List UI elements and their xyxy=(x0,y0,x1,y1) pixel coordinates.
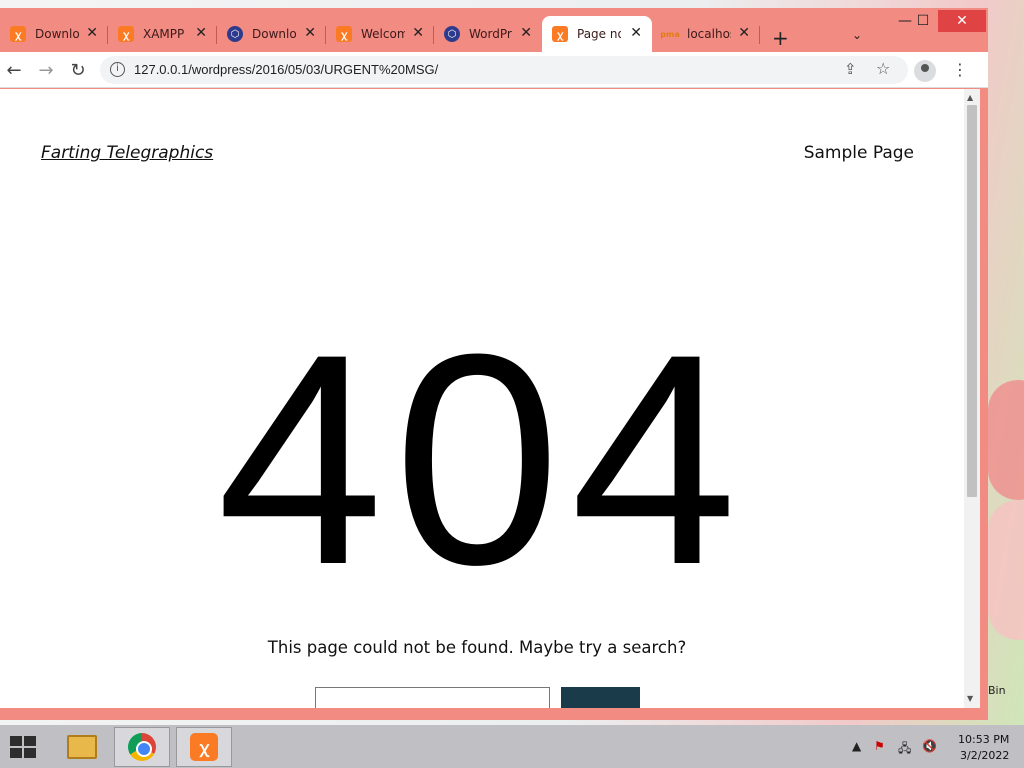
tab-localhost[interactable]: pma localhos ✕ xyxy=(652,16,760,52)
taskbar: ꭓ ▲ ⚑ 🖧 🔇 10:53 PM 3/2/2022 xyxy=(0,725,1024,768)
close-icon[interactable]: ✕ xyxy=(86,25,98,41)
clock-date[interactable]: 3/2/2022 xyxy=(960,749,1009,762)
nav-sample-page-link[interactable]: Sample Page xyxy=(804,143,914,163)
taskbar-chrome[interactable] xyxy=(114,727,170,767)
more-menu-icon[interactable]: ⋮ xyxy=(952,60,968,79)
windows-logo-pane xyxy=(10,748,22,758)
tab-separator xyxy=(759,26,760,44)
tab-title: Downlo xyxy=(252,27,296,41)
browser-window: ꭓ Downlo ✕ ꭓ XAMPP ✕ ⬡ Downlo ✕ ꭓ Welcom… xyxy=(0,8,988,720)
scroll-down-arrow-icon[interactable]: ▼ xyxy=(967,694,973,703)
browser-toolbar: ← → ↻ i 127.0.0.1/wordpress/2016/05/03/U… xyxy=(0,52,988,88)
vertical-scrollbar[interactable]: ▲ ▼ xyxy=(964,89,980,708)
tab-title: Page no xyxy=(577,27,621,41)
wordpress-hex-icon: ⬡ xyxy=(444,26,460,42)
tab-download-1[interactable]: ꭓ Downlo ✕ xyxy=(0,16,108,52)
reload-icon[interactable]: ↻ xyxy=(66,58,90,82)
tab-page-not-found[interactable]: ꭓ Page no ✕ xyxy=(542,16,652,52)
tab-download-2[interactable]: ⬡ Downlo ✕ xyxy=(217,16,326,52)
xampp-icon: ꭓ xyxy=(10,26,26,42)
start-button[interactable] xyxy=(10,736,38,760)
chrome-icon xyxy=(128,733,156,761)
windows-logo-pane xyxy=(24,748,36,758)
not-found-message: This page could not be found. Maybe try … xyxy=(267,638,687,657)
wallpaper-shape xyxy=(988,500,1024,640)
info-icon[interactable]: i xyxy=(110,62,125,77)
windows-logo-pane xyxy=(24,736,36,746)
close-icon[interactable]: ✕ xyxy=(195,25,207,41)
share-icon[interactable]: ⇪ xyxy=(844,60,857,78)
network-icon[interactable]: 🖧 xyxy=(898,739,911,760)
wordpress-hex-icon: ⬡ xyxy=(227,26,243,42)
maximize-button[interactable]: ☐ xyxy=(906,10,940,32)
site-title-link[interactable]: Farting Telegraphics xyxy=(41,143,213,163)
show-hidden-icons-icon[interactable]: ▲ xyxy=(852,739,861,753)
close-icon[interactable]: ✕ xyxy=(738,25,750,41)
scroll-up-arrow-icon[interactable]: ▲ xyxy=(967,93,973,102)
close-window-button[interactable]: ✕ xyxy=(938,10,986,32)
wallpaper-shape xyxy=(988,380,1024,500)
close-icon[interactable]: ✕ xyxy=(412,25,424,41)
new-tab-button[interactable]: + xyxy=(772,26,789,50)
tab-title: Downlo xyxy=(35,27,79,41)
search-submit-button[interactable] xyxy=(561,687,640,708)
tab-welcome[interactable]: ꭓ Welcom ✕ xyxy=(326,16,434,52)
file-explorer-icon xyxy=(67,735,97,759)
tab-title: Welcom xyxy=(361,27,405,41)
forward-icon[interactable]: → xyxy=(34,58,58,82)
taskbar-file-explorer[interactable] xyxy=(54,727,110,767)
tab-wordpress[interactable]: ⬡ WordPr ✕ xyxy=(434,16,542,52)
search-input[interactable] xyxy=(315,687,550,708)
profile-icon[interactable] xyxy=(914,60,936,82)
xampp-icon: ꭓ xyxy=(336,26,352,42)
close-icon[interactable]: ✕ xyxy=(520,25,532,41)
phpmyadmin-icon: pma xyxy=(660,29,680,39)
tab-title: localhos xyxy=(687,27,731,41)
address-bar[interactable]: i 127.0.0.1/wordpress/2016/05/03/URGENT%… xyxy=(100,56,908,84)
windows-logo-pane xyxy=(10,736,22,746)
xampp-icon: ꭓ xyxy=(190,733,218,761)
recycle-bin-label[interactable]: Bin xyxy=(988,684,1006,697)
tab-title: XAMPP xyxy=(143,27,185,41)
error-code-heading: 404 xyxy=(216,291,748,627)
back-icon[interactable]: ← xyxy=(2,58,26,82)
url-text[interactable]: 127.0.0.1/wordpress/2016/05/03/URGENT%20… xyxy=(134,62,438,77)
xampp-icon: ꭓ xyxy=(118,26,134,42)
xampp-icon: ꭓ xyxy=(552,26,568,42)
tab-title: WordPr xyxy=(469,27,512,41)
tab-strip: ꭓ Downlo ✕ ꭓ XAMPP ✕ ⬡ Downlo ✕ ꭓ Welcom… xyxy=(0,8,988,52)
close-icon[interactable]: ✕ xyxy=(630,25,642,41)
taskbar-xampp[interactable]: ꭓ xyxy=(176,727,232,767)
tab-search-button[interactable]: ⌄ xyxy=(852,28,862,42)
clock-time[interactable]: 10:53 PM xyxy=(958,733,1009,746)
bookmark-star-icon[interactable]: ☆ xyxy=(876,59,890,78)
tab-xampp[interactable]: ꭓ XAMPP ✕ xyxy=(108,16,217,52)
page-content: Farting Telegraphics Sample Page 404 Thi… xyxy=(0,89,964,708)
volume-muted-icon[interactable]: 🔇 xyxy=(922,739,937,753)
close-icon[interactable]: ✕ xyxy=(304,25,316,41)
action-center-flag-icon[interactable]: ⚑ xyxy=(874,739,885,753)
scroll-thumb[interactable] xyxy=(967,105,977,497)
